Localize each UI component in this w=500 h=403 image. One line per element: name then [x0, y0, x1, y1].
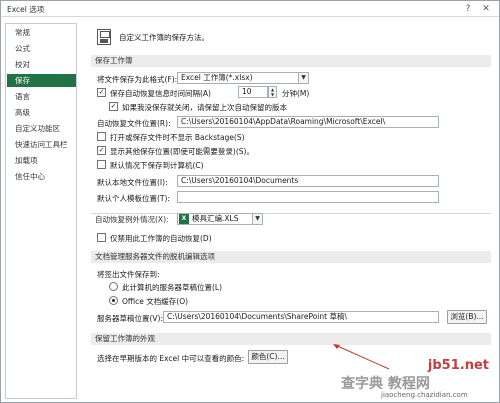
- colors-label: 选择在早期版本的 Excel 中可以查看的颜色:: [97, 354, 245, 363]
- default-computer-checkbox[interactable]: [97, 160, 106, 169]
- radio-office-cache[interactable]: [109, 296, 118, 305]
- sidebar-item-advanced[interactable]: 高级: [7, 106, 76, 119]
- chevron-down-icon: ▼: [252, 214, 262, 224]
- format-value: Excel 工作簿(*.xlsx): [181, 73, 253, 82]
- save-disk-icon: [97, 29, 111, 45]
- watermark-site: jb51.net: [427, 358, 489, 373]
- autorecover-checkbox[interactable]: ✓: [97, 88, 106, 97]
- format-label: 将文件保存为此格式(F):: [97, 75, 178, 84]
- no-backstage-label: 打开或保存文件时不显示 Backstage(S): [110, 133, 245, 142]
- disable-autorecover-label: 仅禁用此工作簿的自动恢复(D): [110, 234, 212, 243]
- window-title: Excel 选项: [7, 5, 45, 14]
- sidebar-item-trust-center[interactable]: 信任中心: [7, 170, 76, 183]
- radio-server-drafts-label: 此计算机的服务器草稿位置(L): [122, 283, 223, 292]
- minutes-unit: 分钟(M): [282, 89, 310, 98]
- sidebar-item-quick-access[interactable]: 快速访问工具栏: [7, 138, 76, 151]
- keep-last-version-checkbox[interactable]: ✓: [109, 102, 118, 111]
- disable-autorecover-checkbox[interactable]: [97, 233, 106, 242]
- help-icon[interactable]: ?: [461, 3, 475, 15]
- radio-server-drafts[interactable]: [109, 282, 118, 291]
- keep-last-version-label: 如果我没保存就关闭，请保留上次自动保留的版本: [122, 103, 287, 112]
- personal-template-input[interactable]: [177, 191, 439, 203]
- section-autorecover-exceptions: 自动恢复例外情况(X):: [91, 213, 491, 225]
- show-other-locations-checkbox[interactable]: ✓: [97, 146, 106, 155]
- format-dropdown[interactable]: Excel 工作簿(*.xlsx) ▼: [177, 72, 309, 84]
- browse-button[interactable]: 浏览(B)...: [447, 310, 487, 324]
- autorecover-location-label: 自动恢复文件位置(R):: [97, 119, 171, 128]
- default-computer-label: 默认情况下保存到计算机(C): [110, 161, 204, 170]
- exceptions-workbook-dropdown[interactable]: X 模具汇编.XLS ▼: [177, 213, 263, 225]
- sidebar-item-customize-ribbon[interactable]: 自定义功能区: [7, 122, 76, 135]
- excel-options-window: Excel 选项 ? ✕ 常规 公式 校对 保存 语言 高级 自定义功能区 快速…: [0, 0, 500, 403]
- sidebar: 常规 公式 校对 保存 语言 高级 自定义功能区 快速访问工具栏 加载项 信任中…: [5, 23, 77, 399]
- autorecover-minutes-input[interactable]: 10: [238, 86, 268, 98]
- sidebar-item-save[interactable]: 保存: [7, 74, 76, 87]
- section-preserve-visual: 保留工作簿的外观: [91, 333, 491, 345]
- close-icon[interactable]: ✕: [479, 3, 493, 15]
- server-drafts-input[interactable]: C:\Users\20160104\Documents\SharePoint 草…: [163, 311, 439, 323]
- exceptions-workbook-value: 模具汇编.XLS: [192, 214, 239, 223]
- colors-button[interactable]: 颜色(C)...: [248, 350, 288, 364]
- main-panel: 自定义工作簿的保存方法。 保存工作簿 将文件保存为此格式(F): Excel 工…: [85, 23, 495, 399]
- sidebar-item-general[interactable]: 常规: [7, 26, 76, 39]
- server-drafts-label: 服务器草稿位置(V):: [97, 314, 164, 323]
- radio-office-cache-label: Office 文档缓存(O): [122, 297, 189, 306]
- save-checked-out-label: 将签出文件保存到:: [97, 270, 160, 279]
- personal-template-label: 默认个人模板位置(T):: [97, 194, 170, 203]
- local-location-input[interactable]: C:\Users\20160104\Documents: [177, 175, 439, 187]
- sidebar-item-proofing[interactable]: 校对: [7, 58, 76, 71]
- annotation-arrow-icon: [333, 344, 390, 370]
- section-offline-editing: 文档管理服务器文件的脱机编辑选项: [91, 251, 491, 263]
- autorecover-label: 保存自动恢复信息时间间隔(A): [110, 89, 211, 98]
- section-save-workbooks: 保存工作簿: [91, 55, 491, 67]
- local-location-label: 默认本地文件位置(I):: [97, 178, 168, 187]
- watermark-brand: 查字典 教程网: [341, 376, 430, 392]
- no-backstage-checkbox[interactable]: [97, 132, 106, 141]
- watermark-url: jiaocheng.chazidian.com: [381, 391, 468, 399]
- show-other-locations-label: 显示其他保存位置(即使可能需要登录)(S)。: [110, 147, 254, 156]
- chevron-down-icon: ▼: [298, 73, 308, 83]
- title-bar: Excel 选项 ? ✕: [1, 1, 499, 17]
- sidebar-item-formulas[interactable]: 公式: [7, 42, 76, 55]
- excel-file-icon: X: [179, 214, 189, 224]
- sidebar-item-addins[interactable]: 加载项: [7, 154, 76, 167]
- page-title: 自定义工作簿的保存方法。: [119, 33, 209, 42]
- autorecover-location-input[interactable]: C:\Users\20160104\AppData\Roaming\Micros…: [177, 116, 439, 128]
- sidebar-item-language[interactable]: 语言: [7, 90, 76, 103]
- autorecover-exceptions-label: 自动恢复例外情况(X):: [95, 215, 169, 224]
- minutes-spinner[interactable]: ▲ ▼: [268, 86, 277, 98]
